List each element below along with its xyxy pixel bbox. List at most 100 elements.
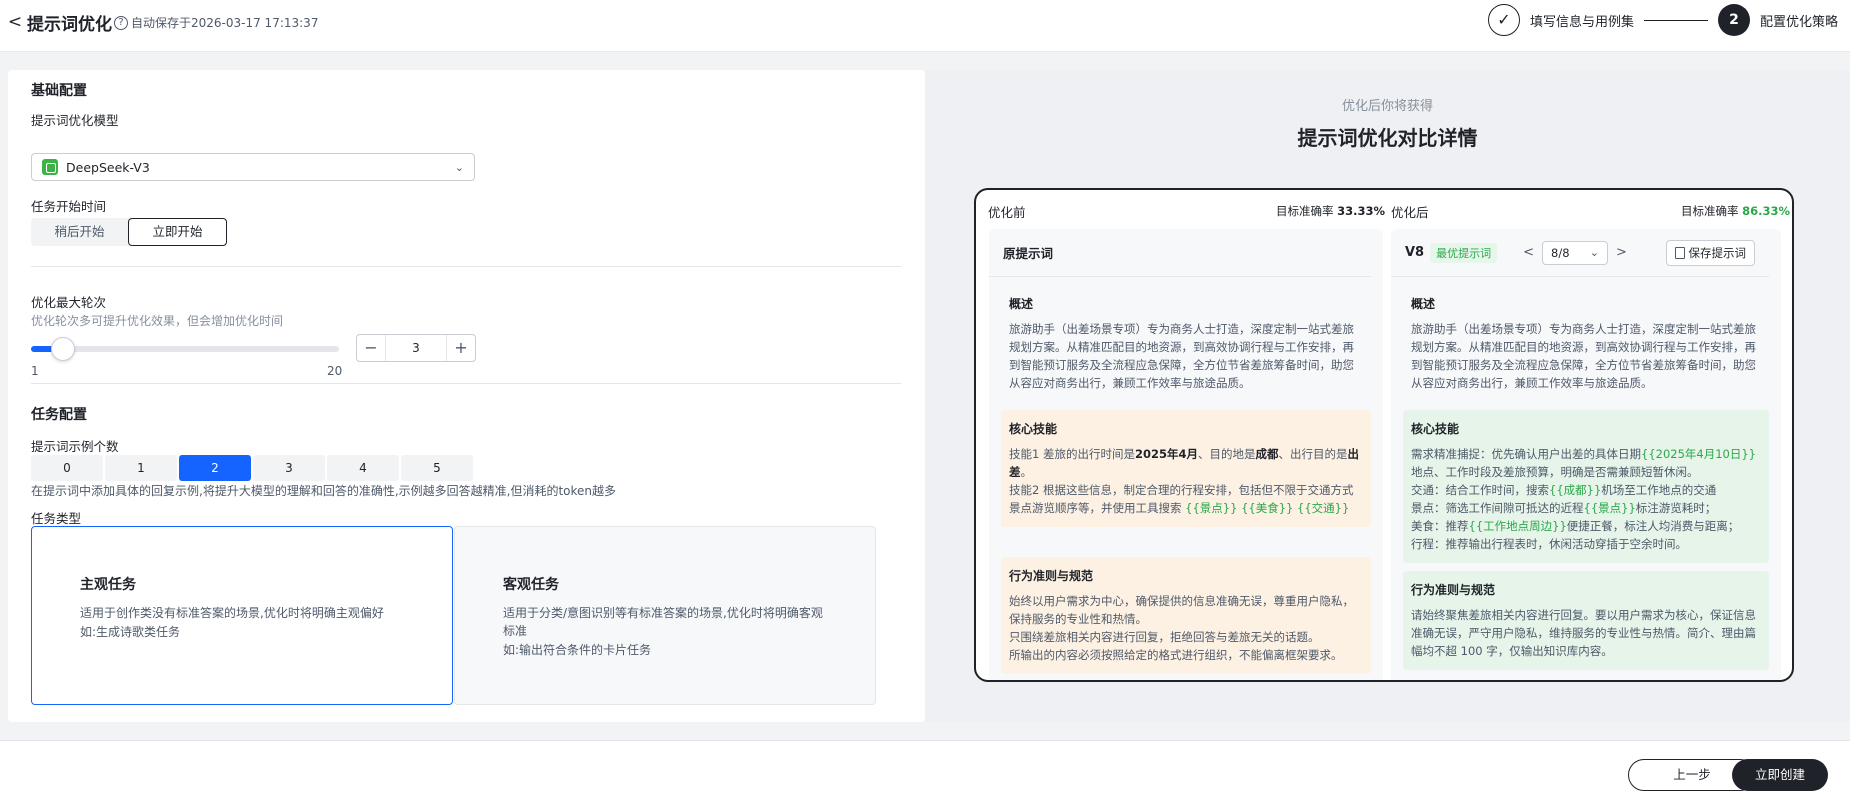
block-title: 概述: [1009, 297, 1034, 311]
block-title: 行为准则与规范: [1009, 569, 1094, 583]
start-time-toggle: 稍后开始 立即开始: [31, 218, 227, 246]
accuracy-value: 33.33%: [1337, 204, 1386, 218]
examples-tab-0[interactable]: 0: [31, 455, 103, 481]
objective-task-card[interactable]: 客观任务 适用于分类/意图识别等有标准答案的场景,优化时将明确客观标准 如:输出…: [454, 526, 876, 705]
chevron-down-icon: ⌄: [454, 160, 464, 174]
before-header: 优化前: [988, 205, 1026, 220]
text-span: 所输出的内容必须按照给定的格式进行组织，不能偏离框架要求。: [1009, 648, 1343, 662]
accuracy-value: 86.33%: [1742, 204, 1791, 218]
step-2-number: 2: [1717, 4, 1750, 36]
subjective-task-card[interactable]: 主观任务 适用于创作类没有标准答案的场景,优化时将明确主观偏好 如:生成诗歌类任…: [31, 526, 453, 705]
preview-subtitle: 优化后你将获得: [1341, 99, 1433, 114]
step-2-label: 配置优化策略: [1759, 14, 1838, 30]
chevron-left-icon[interactable]: <: [1523, 245, 1534, 260]
text-span: 交通：结合工作时间，搜索: [1411, 483, 1549, 497]
page-title: 提示词优化: [27, 15, 112, 35]
accuracy-label: 目标准确率: [1276, 204, 1334, 218]
overview-block: 概述 旅游助手（出差场景专项）专为商务人士打造，深度定制一站式差旅规划方案。从精…: [1001, 285, 1371, 402]
help-icon[interactable]: ?: [114, 15, 128, 30]
config-panel: 基础配置 提示词优化模型 DeepSeek-V3 ⌄ 任务开始时间 稍后开始 立…: [8, 70, 925, 722]
plus-icon[interactable]: +: [447, 335, 475, 361]
variable-tag: {{美食}}: [1241, 501, 1294, 515]
optimized-prompt-head: V8 最优提示词 < 8/8 ⌄ > 保存提示词: [1391, 229, 1769, 277]
task-type-label: 任务类型: [31, 511, 82, 526]
start-now-button[interactable]: 立即开始: [128, 218, 227, 246]
model-select[interactable]: DeepSeek-V3 ⌄: [31, 153, 475, 181]
step-indicator: ✓ 填写信息与用例集 2 配置优化策略: [1487, 2, 1838, 38]
top-header: < 提示词优化 ? 自动保存于2026-03-17 17:13:37 ✓ 填写信…: [0, 0, 1850, 52]
examples-count-tabs: 0 1 2 3 4 5: [31, 455, 473, 481]
start-time-label: 任务开始时间: [31, 199, 107, 214]
text-span: 成都: [1255, 447, 1279, 461]
text-span: 美食：推荐: [1411, 519, 1469, 533]
examples-tab-5[interactable]: 5: [401, 455, 473, 481]
version-select-value: 8/8: [1551, 245, 1570, 260]
task-card-title: 主观任务: [80, 577, 136, 593]
divider: [31, 266, 901, 267]
task-config-title: 任务配置: [31, 407, 87, 423]
task-card-example: 如:输出符合条件的卡片任务: [503, 643, 652, 657]
best-prompt-badge: 最优提示词: [1430, 242, 1498, 263]
rounds-slider[interactable]: [31, 337, 339, 361]
chevron-right-icon[interactable]: >: [1616, 245, 1627, 260]
examples-label: 提示词示例个数: [31, 439, 119, 454]
back-icon[interactable]: <: [6, 12, 24, 32]
overview-block: 概述 旅游助手（出差场景专项）专为商务人士打造，深度定制一站式差旅规划方案。从精…: [1403, 285, 1769, 402]
task-card-title: 客观任务: [503, 577, 559, 593]
examples-hint: 在提示词中添加具体的回复示例,将提升大模型的理解和回答的准确性,示例越多回答越精…: [31, 484, 617, 498]
original-prompt-column: 原提示词 概述 旅游助手（出差场景专项）专为商务人士打造，深度定制一站式差旅规划…: [989, 229, 1383, 680]
block-text: 技能1 差旅的出行时间是2025年4月、目的地是成都、出行目的是出差。 技能2 …: [1009, 445, 1363, 517]
model-icon: [42, 159, 58, 175]
model-label: 提示词优化模型: [31, 113, 119, 128]
text-span: 标注游览耗时；: [1635, 501, 1717, 515]
version-select[interactable]: 8/8 ⌄: [1542, 240, 1609, 265]
rounds-stepper: − 3 +: [356, 334, 476, 362]
task-card-desc: 适用于创作类没有标准答案的场景,优化时将明确主观偏好: [80, 606, 384, 620]
footer-bar: 上一步 立即创建: [0, 740, 1850, 805]
original-prompt-head: 原提示词: [989, 229, 1371, 277]
block-text: 旅游助手（出差场景专项）专为商务人士打造，深度定制一站式差旅规划方案。从精准匹配…: [1411, 322, 1756, 390]
text-span: 始终以用户需求为中心，确保提供的信息准确无误，尊重用户隐私，保持服务的专业性和热…: [1009, 594, 1354, 626]
block-text: 旅游助手（出差场景专项）专为商务人士打造，深度定制一站式差旅规划方案。从精准匹配…: [1009, 322, 1354, 390]
task-card-example: 如:生成诗歌类任务: [80, 625, 181, 639]
rounds-value[interactable]: 3: [385, 335, 447, 361]
after-accuracy: 目标准确率 86.33%: [1681, 203, 1790, 219]
slider-max: 20: [327, 364, 343, 378]
slider-handle[interactable]: [51, 337, 76, 361]
text-span: 只围绕差旅相关内容进行回复，拒绝回答与差旅无关的话题。: [1009, 630, 1320, 644]
block-title: 概述: [1411, 297, 1436, 311]
variable-tag: {{景点}}: [1583, 501, 1636, 515]
block-title: 行为准则与规范: [1411, 583, 1496, 597]
block-text: 始终以用户需求为中心，确保提供的信息准确无误，尊重用户隐私，保持服务的专业性和热…: [1009, 592, 1363, 664]
examples-tab-1[interactable]: 1: [105, 455, 177, 481]
autosave-status: ? 自动保存于2026-03-17 17:13:37: [114, 14, 318, 31]
step-connector: [1643, 19, 1708, 21]
check-icon: ✓: [1487, 4, 1520, 36]
version-label: V8: [1405, 245, 1425, 260]
save-prompt-button[interactable]: 保存提示词: [1665, 239, 1755, 266]
examples-tab-2[interactable]: 2: [179, 455, 251, 481]
text-span: 行程：推荐输出行程表时，休闲活动穿插于空余时间。: [1411, 537, 1687, 551]
comparison-card: 优化前 目标准确率 33.33% 优化后 目标准确率 86.33% 原提示词 概…: [974, 188, 1794, 682]
autosave-text: 自动保存于2026-03-17 17:13:37: [131, 16, 319, 30]
preview-title: 提示词优化对比详情: [1297, 126, 1478, 150]
text-span: 。: [1020, 465, 1033, 479]
max-rounds-hint: 优化轮次多可提升优化效果，但会增加优化时间: [31, 314, 284, 328]
text-span: 、出行目的是: [1278, 447, 1348, 461]
original-prompt-title: 原提示词: [1003, 246, 1054, 261]
text-span: 、目的地是: [1198, 447, 1256, 461]
create-now-button[interactable]: 立即创建: [1732, 759, 1828, 791]
task-card-desc: 适用于分类/意图识别等有标准答案的场景,优化时将明确客观标准: [503, 606, 823, 638]
minus-icon[interactable]: −: [357, 335, 385, 361]
block-text: 需求精准捕捉：优先确认用户出差的具体日期{{2025年4月10日}} 地点、工作时…: [1411, 445, 1761, 553]
rules-block: 行为准则与规范 请始终聚焦差旅相关内容进行回复。要以用户需求为核心，保证信息准确…: [1403, 571, 1769, 670]
examples-tab-4[interactable]: 4: [327, 455, 399, 481]
preview-panel: 优化后你将获得 提示词优化对比详情 优化前 目标准确率 33.33% 优化后 目…: [925, 70, 1850, 722]
skills-block: 核心技能 需求精准捕捉：优先确认用户出差的具体日期{{2025年4月10日}} 地…: [1403, 410, 1769, 563]
document-icon: [1674, 246, 1685, 259]
examples-tab-3[interactable]: 3: [253, 455, 325, 481]
variable-tag: {{2025年4月10日}}: [1641, 447, 1756, 461]
text-span: 需求精准捕捉：优先确认用户出差的具体日期: [1411, 447, 1641, 461]
start-later-button[interactable]: 稍后开始: [31, 218, 128, 246]
accuracy-label: 目标准确率: [1681, 204, 1739, 218]
